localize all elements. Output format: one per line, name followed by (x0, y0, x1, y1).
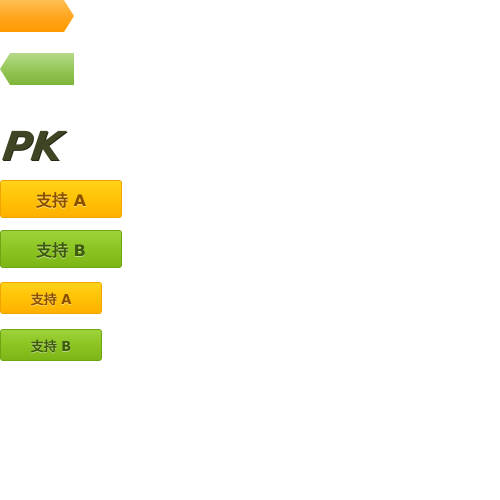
support-a-label: 支持 A (30, 292, 72, 308)
support-a-button-small[interactable]: 支持 A (0, 282, 102, 314)
support-a-label: 支持 A (36, 191, 86, 210)
pk-logo: PK (0, 124, 65, 170)
support-b-label: 支持 B (30, 339, 72, 355)
support-b-label: 支持 B (36, 241, 86, 260)
orange-arrow-tab[interactable] (0, 0, 74, 32)
support-a-button-large[interactable]: 支持 A (0, 180, 122, 218)
support-b-button-large[interactable]: 支持 B (0, 230, 122, 268)
green-arrow-tab[interactable] (0, 53, 74, 85)
support-b-button-small[interactable]: 支持 B (0, 329, 102, 361)
